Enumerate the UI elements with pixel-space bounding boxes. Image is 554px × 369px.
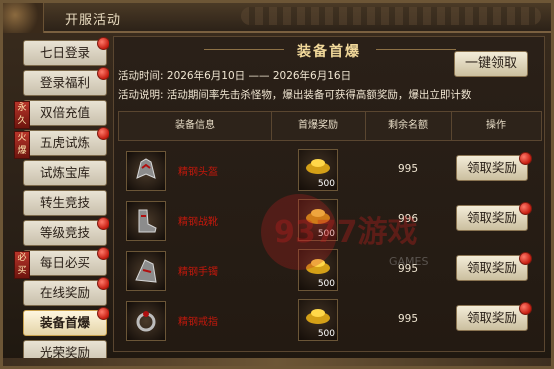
- activity-time-value: 2026年6月10日 —— 2026年6月16日: [166, 70, 352, 82]
- remaining-quota: 995: [397, 163, 419, 175]
- table-row: 精钢戒指 500 995 领取奖励: [118, 295, 542, 345]
- item-name: 精钢戒指: [178, 317, 218, 328]
- sidebar-item-label: 试炼宝库: [39, 165, 90, 180]
- claim-button-label: 领取奖励: [466, 210, 517, 225]
- sidebar-item-label: 等级竞技: [39, 225, 90, 240]
- claim-button-label: 领取奖励: [466, 160, 517, 175]
- claim-reward-button[interactable]: 领取奖励: [456, 252, 532, 281]
- reward-count: 500: [317, 179, 335, 189]
- gold-ingot-icon[interactable]: 500: [298, 249, 338, 291]
- activity-desc-label: 活动说明:: [118, 89, 164, 101]
- notification-dot-icon: [97, 277, 109, 290]
- notification-dot-icon: [97, 127, 109, 140]
- column-header-remaining: 剩余名额: [365, 112, 452, 140]
- sidebar-nav: 七日登录 登录福利 永久 双倍充值 火爆 五虎试炼 试炼宝库 转生竞技 等级竞技…: [9, 36, 109, 366]
- titlebar-ornament: [241, 7, 541, 25]
- notification-dot-icon: [519, 252, 532, 265]
- reward-count: 500: [317, 229, 335, 239]
- sidebar-item-level-contest[interactable]: 等级竞技: [23, 217, 109, 246]
- sidebar-item-label: 登录福利: [39, 75, 90, 90]
- sidebar-tag-hot: 火爆: [14, 131, 30, 159]
- sidebar-item-equipment-first-drop[interactable]: 装备首爆: [23, 307, 109, 336]
- claim-reward-button[interactable]: 领取奖励: [456, 152, 532, 181]
- sidebar-item-login-welfare[interactable]: 登录福利: [23, 67, 109, 96]
- helmet-icon[interactable]: [126, 151, 166, 191]
- sidebar-item-label: 装备首爆: [39, 315, 90, 330]
- activity-time: 活动时间: 2026年6月10日 —— 2026年6月16日: [118, 68, 351, 83]
- notification-dot-icon: [519, 202, 532, 215]
- reward-count: 500: [317, 279, 335, 289]
- table-header: 装备信息 首爆奖励 剩余名额 操作: [118, 111, 542, 141]
- remaining-quota: 996: [397, 213, 419, 225]
- dragon-ornament-icon: [3, 3, 44, 33]
- notification-dot-icon: [97, 247, 109, 260]
- window-title: 开服活动: [65, 13, 122, 28]
- activity-time-label: 活动时间:: [118, 70, 164, 82]
- claim-button-label: 领取奖励: [466, 310, 517, 325]
- sidebar-item-seven-day-login[interactable]: 七日登录: [23, 37, 109, 66]
- sidebar-item-label: 双倍充值: [39, 105, 90, 120]
- sidebar-item-label: 五虎试炼: [39, 135, 90, 150]
- remaining-quota: 995: [397, 313, 419, 325]
- sidebar-item-trial-treasury[interactable]: 试炼宝库: [23, 160, 107, 186]
- item-name: 精钢头盔: [178, 167, 218, 178]
- notification-dot-icon: [519, 302, 532, 315]
- sidebar-item-double-recharge[interactable]: 永久 双倍充值: [14, 100, 107, 129]
- gold-ingot-icon[interactable]: 500: [298, 299, 338, 341]
- notification-dot-icon: [97, 307, 109, 320]
- activity-description: 活动说明: 活动期间率先击杀怪物，爆出装备可获得高额奖励，爆出立即计数: [118, 87, 471, 102]
- remaining-quota: 995: [397, 263, 419, 275]
- sidebar-item-five-tiger-trial[interactable]: 火爆 五虎试炼: [14, 127, 109, 159]
- activity-desc-value: 活动期间率先击杀怪物，爆出装备可获得高额奖励，爆出立即计数: [166, 89, 472, 101]
- boots-icon[interactable]: [126, 201, 166, 241]
- sidebar-item-rebirth-contest[interactable]: 转生竞技: [23, 190, 107, 216]
- item-name: 精钢战靴: [178, 217, 218, 228]
- window-footer-ornament: [3, 358, 551, 366]
- claim-reward-button[interactable]: 领取奖励: [456, 302, 532, 331]
- one-key-claim-button[interactable]: 一键领取: [454, 51, 528, 77]
- activity-window: 开服活动 七日登录 登录福利 永久 双倍充值 火爆 五虎试炼 试炼宝库 转生竞技…: [0, 0, 554, 369]
- item-name: 精钢手镯: [178, 267, 218, 278]
- gold-ingot-icon[interactable]: 500: [298, 149, 338, 191]
- first-drop-table: 装备信息 首爆奖励 剩余名额 操作 精钢头盔 500 995 领取奖励 精钢战靴…: [118, 111, 542, 351]
- sidebar-item-label: 七日登录: [39, 45, 90, 60]
- notification-dot-icon: [97, 37, 109, 50]
- sidebar-item-online-reward[interactable]: 在线奖励: [23, 277, 109, 306]
- reward-count: 500: [317, 329, 335, 339]
- bracelet-icon[interactable]: [126, 251, 166, 291]
- main-panel: 装备首爆 活动时间: 2026年6月10日 —— 2026年6月16日 活动说明…: [113, 36, 545, 352]
- gold-ingot-icon[interactable]: 500: [298, 199, 338, 241]
- column-header-action: 操作: [486, 120, 506, 131]
- table-row: 精钢战靴 500 996 领取奖励: [118, 195, 542, 245]
- column-header-equipment: 装备信息: [119, 112, 272, 140]
- sidebar-tag-permanent: 永久: [14, 101, 30, 129]
- claim-reward-button[interactable]: 领取奖励: [456, 202, 532, 231]
- sidebar-item-label: 转生竞技: [39, 195, 90, 210]
- ring-icon[interactable]: [126, 301, 166, 341]
- sidebar-tag-must-buy: 必买: [14, 251, 30, 279]
- window-titlebar: 开服活动: [3, 3, 551, 33]
- claim-button-label: 领取奖励: [466, 260, 517, 275]
- header-divider-right: [376, 49, 456, 50]
- sidebar-item-label: 每日必买: [39, 255, 90, 270]
- table-row: 精钢手镯 500 995 领取奖励: [118, 245, 542, 295]
- notification-dot-icon: [97, 217, 109, 230]
- notification-dot-icon: [97, 67, 109, 80]
- column-header-reward: 首爆奖励: [271, 112, 366, 140]
- table-row: 精钢头盔 500 995 领取奖励: [118, 145, 542, 195]
- sidebar-item-label: 在线奖励: [39, 285, 90, 300]
- sidebar-item-daily-must-buy[interactable]: 必买 每日必买: [14, 247, 109, 279]
- notification-dot-icon: [519, 152, 532, 165]
